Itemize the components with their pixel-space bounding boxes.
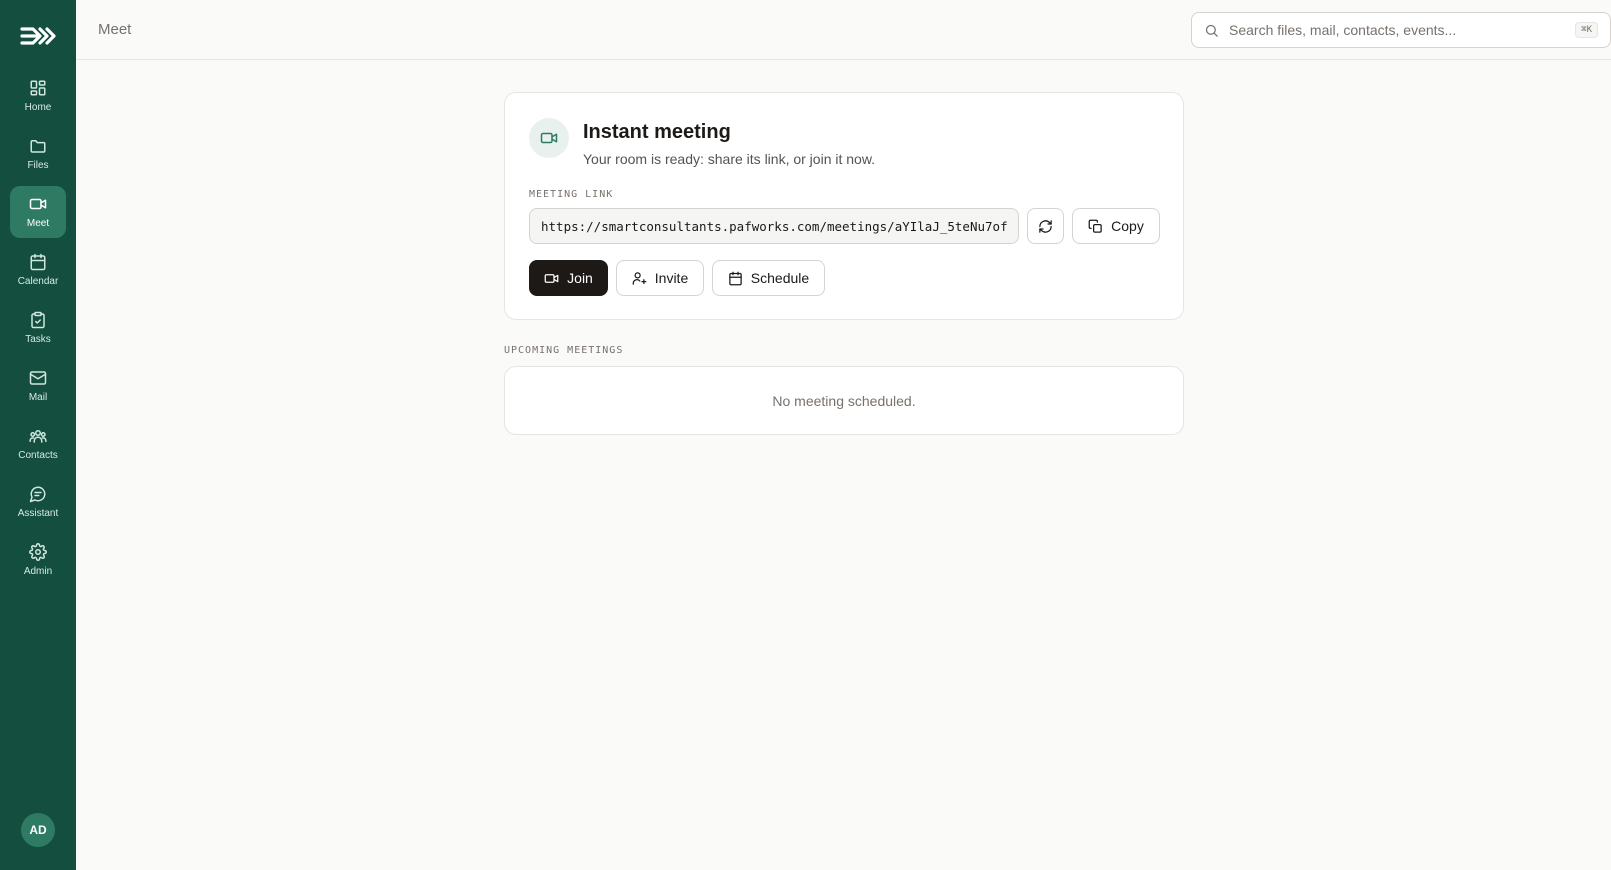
meeting-link-label: MEETING LINK <box>529 189 614 200</box>
upcoming-meetings-empty-state: No meeting scheduled. <box>504 366 1184 435</box>
clipboard-check-icon <box>31 311 45 329</box>
instant-meeting-subtitle: Your room is ready: share its link, or j… <box>583 151 876 167</box>
global-search[interactable]: ⌘K <box>1191 12 1611 48</box>
chat-bubble-icon <box>29 486 46 503</box>
copy-link-button[interactable]: Copy <box>1072 208 1160 244</box>
sidebar-item-label: Home <box>24 102 52 113</box>
sidebar-item-label: Admin <box>23 566 53 577</box>
sidebar-item-label: Calendar <box>17 276 59 287</box>
calendar-icon <box>729 271 742 285</box>
search-icon <box>1205 24 1218 37</box>
page-title: Meet <box>98 21 132 38</box>
mail-icon <box>29 371 47 385</box>
schedule-button[interactable]: Schedule <box>712 260 825 296</box>
sidebar-nav: Home Files Meet Calendar Tasks Mail Cont… <box>10 70 66 586</box>
sidebar-item-admin[interactable]: Admin <box>10 534 66 586</box>
user-avatar[interactable]: AD <box>21 813 55 847</box>
sidebar-item-mail[interactable]: Mail <box>10 360 66 412</box>
invite-button[interactable]: Invite <box>616 260 704 296</box>
sidebar-item-meet[interactable]: Meet <box>10 186 66 238</box>
calendar-icon <box>30 253 46 271</box>
sidebar-item-label: Meet <box>26 218 50 229</box>
sidebar-item-label: Files <box>27 160 49 171</box>
search-shortcut-hint: ⌘K <box>1575 22 1598 38</box>
sidebar-item-home[interactable]: Home <box>10 70 66 122</box>
video-camera-icon <box>540 132 558 144</box>
sidebar-item-calendar[interactable]: Calendar <box>10 244 66 296</box>
invite-button-label: Invite <box>654 270 689 286</box>
meeting-link-field[interactable]: https://smartconsultants.pafworks.com/me… <box>529 208 1019 244</box>
sidebar-item-tasks[interactable]: Tasks <box>10 302 66 354</box>
meeting-icon-badge <box>529 118 569 158</box>
video-camera-icon <box>29 198 47 210</box>
grid-icon <box>30 80 46 96</box>
refresh-icon <box>1039 219 1052 233</box>
instant-meeting-title: Instant meeting <box>583 121 731 143</box>
sidebar-item-label: Assistant <box>17 508 59 519</box>
double-chevron-logo-icon <box>20 27 56 45</box>
sidebar-item-files[interactable]: Files <box>10 128 66 180</box>
sidebar-item-assistant[interactable]: Assistant <box>10 476 66 528</box>
copy-icon <box>1088 219 1102 233</box>
gear-icon <box>29 543 47 561</box>
sidebar-item-label: Mail <box>28 392 48 403</box>
top-bar: Meet ⌘K 8 <box>76 0 1611 60</box>
regenerate-link-button[interactable] <box>1027 208 1064 244</box>
user-plus-icon <box>632 271 647 285</box>
instant-meeting-card: Instant meeting Your room is ready: shar… <box>504 92 1184 320</box>
upcoming-meetings-label: UPCOMING MEETINGS <box>504 345 624 356</box>
schedule-button-label: Schedule <box>750 270 810 286</box>
folder-icon <box>30 140 46 153</box>
join-button-label: Join <box>567 270 593 286</box>
search-input[interactable] <box>1229 22 1576 38</box>
video-camera-icon <box>544 273 559 283</box>
sidebar-item-label: Tasks <box>25 334 51 345</box>
join-button[interactable]: Join <box>529 260 608 296</box>
app-logo[interactable] <box>18 22 58 50</box>
sidebar-item-contacts[interactable]: Contacts <box>10 418 66 470</box>
copy-button-label: Copy <box>1111 218 1144 234</box>
users-icon <box>29 430 47 443</box>
sidebar: Home Files Meet Calendar Tasks Mail Cont… <box>0 0 76 870</box>
sidebar-item-label: Contacts <box>18 450 58 461</box>
